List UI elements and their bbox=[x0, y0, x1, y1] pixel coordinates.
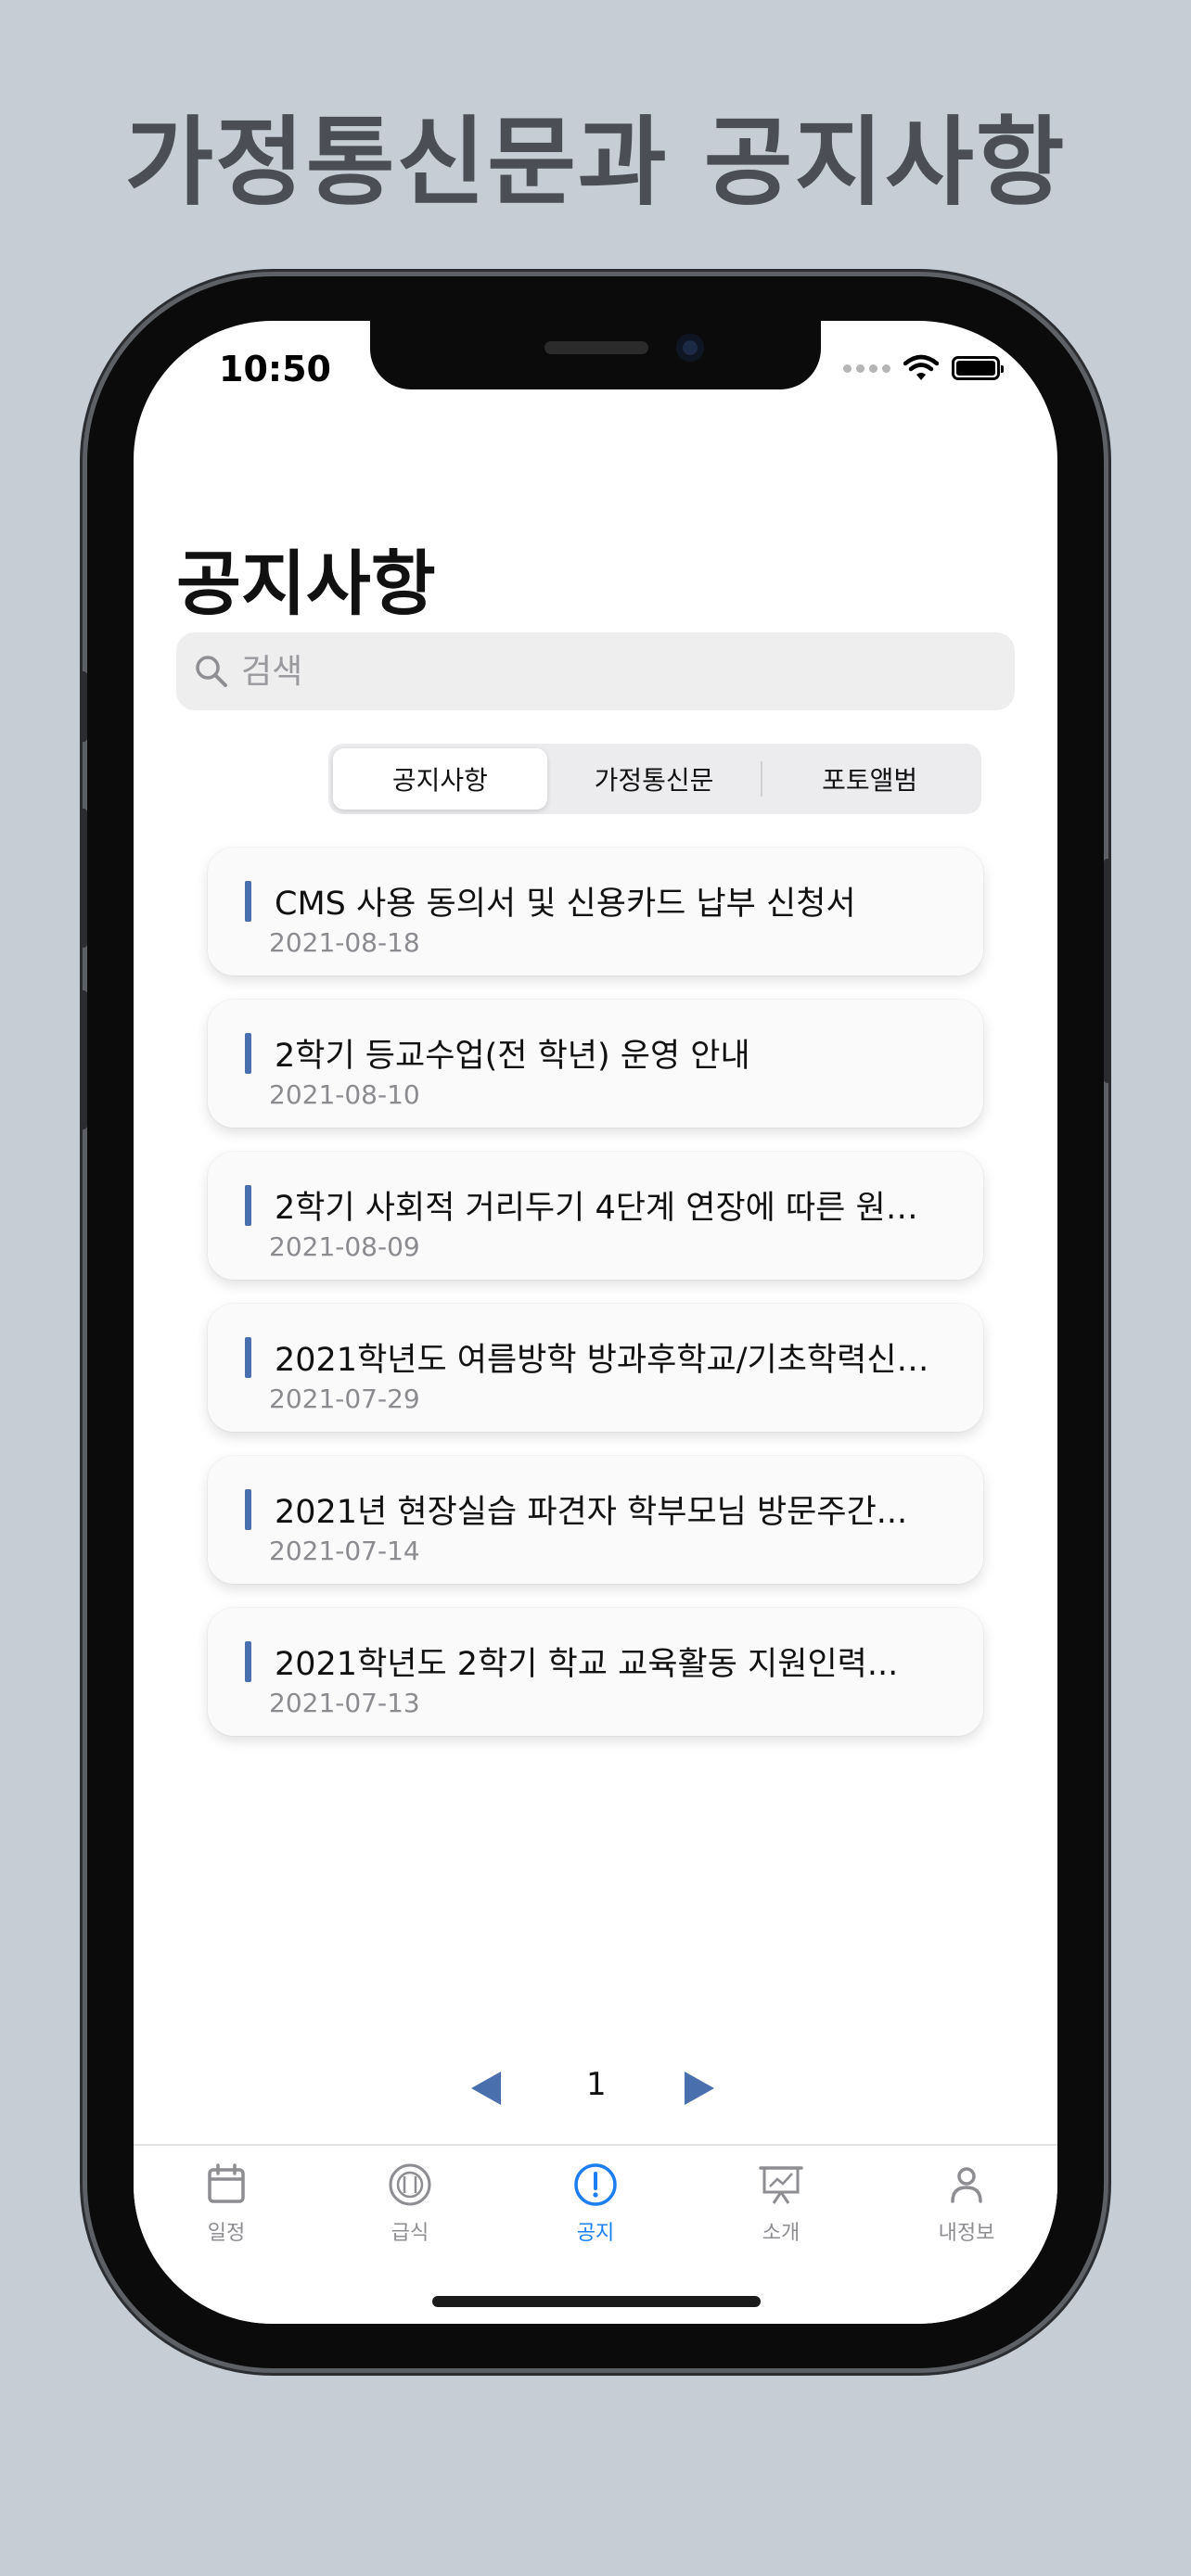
notice-item[interactable]: 2021학년도 여름방학 방과후학교/기초학력신… 2021-07-29 bbox=[208, 1304, 983, 1432]
phone-screen: 10:50 공지사항 공지사항 가정통신문 포토앨범 CMS 사용 동의서 및 … bbox=[134, 321, 1057, 2324]
current-page-number: 1 bbox=[586, 2066, 607, 2103]
signal-icon bbox=[843, 363, 890, 373]
previous-page-icon[interactable] bbox=[471, 2072, 501, 2105]
notice-accent-bar bbox=[245, 1641, 251, 1682]
notice-item[interactable]: 2021년 현장실습 파견자 학부모님 방문주간... 2021-07-14 bbox=[208, 1456, 983, 1584]
tab-label: 공지 bbox=[576, 2222, 615, 2245]
presentation-icon bbox=[759, 2166, 803, 2204]
tab-my-info[interactable]: 내정보 bbox=[902, 2161, 1031, 2246]
promo-title: 가정통신문과 공지사항 bbox=[124, 106, 1067, 219]
tab-schedule[interactable]: 일정 bbox=[161, 2161, 291, 2246]
front-camera bbox=[676, 334, 704, 362]
person-icon bbox=[951, 2167, 982, 2203]
notice-accent-bar bbox=[245, 1185, 251, 1226]
notice-date: 2021-08-10 bbox=[269, 1079, 420, 1110]
notice-accent-bar bbox=[245, 1033, 251, 1074]
tab-notice[interactable]: 공지 bbox=[531, 2161, 660, 2246]
tab-intro[interactable]: 소개 bbox=[716, 2161, 846, 2246]
volume-down-button bbox=[80, 990, 87, 1129]
notice-date: 2021-08-18 bbox=[269, 927, 420, 958]
search-icon bbox=[196, 656, 227, 687]
search-input[interactable] bbox=[239, 651, 1004, 692]
battery-icon bbox=[952, 356, 1004, 380]
notice-date: 2021-07-13 bbox=[269, 1688, 420, 1718]
notice-list: CMS 사용 동의서 및 신용카드 납부 신청서 2021-08-18 2학기 … bbox=[208, 848, 983, 1760]
volume-up-button bbox=[80, 809, 87, 948]
calendar-icon bbox=[208, 2163, 245, 2203]
status-time: 10:50 bbox=[219, 349, 331, 389]
pagination: 1 bbox=[134, 2057, 1057, 2122]
home-indicator bbox=[432, 2296, 761, 2307]
notice-date: 2021-07-29 bbox=[269, 1384, 420, 1414]
tab-label: 소개 bbox=[762, 2222, 800, 2245]
notice-title: 2학기 사회적 거리두기 4단계 연장에 따른 원… bbox=[275, 1190, 918, 1227]
tab-label: 일정 bbox=[207, 2222, 246, 2245]
notice-item[interactable]: CMS 사용 동의서 및 신용카드 납부 신청서 2021-08-18 bbox=[208, 848, 983, 976]
notice-date: 2021-07-14 bbox=[269, 1536, 420, 1566]
status-indicators bbox=[843, 354, 1004, 382]
search-bar[interactable] bbox=[176, 632, 1015, 710]
tab-label: 내정보 bbox=[938, 2222, 995, 2245]
tab-label: 급식 bbox=[391, 2222, 429, 2245]
notice-accent-bar bbox=[245, 1337, 251, 1378]
notice-item[interactable]: 2학기 사회적 거리두기 4단계 연장에 따른 원… 2021-08-09 bbox=[208, 1152, 983, 1280]
meal-icon bbox=[389, 2163, 431, 2206]
speaker bbox=[544, 341, 648, 354]
tab-meal[interactable]: 급식 bbox=[345, 2161, 475, 2246]
notice-item[interactable]: 2021학년도 2학기 학교 교육활동 지원인력... 2021-07-13 bbox=[208, 1608, 983, 1736]
notice-date: 2021-08-09 bbox=[269, 1231, 420, 1262]
notice-title: 2021년 현장실습 파견자 학부모님 방문주간... bbox=[275, 1494, 908, 1531]
notice-icon bbox=[574, 2163, 617, 2206]
notice-item[interactable]: 2학기 등교수업(전 학년) 운영 안내 2021-08-10 bbox=[208, 1000, 983, 1128]
segment-newsletters[interactable]: 가정통신문 bbox=[547, 748, 762, 810]
segment-photo-album[interactable]: 포토앨범 bbox=[762, 748, 977, 810]
wifi-icon bbox=[903, 354, 939, 380]
notice-accent-bar bbox=[245, 1489, 251, 1530]
segment-notices[interactable]: 공지사항 bbox=[333, 748, 547, 810]
notice-title: 2021학년도 2학기 학교 교육활동 지원인력... bbox=[275, 1646, 899, 1683]
page-title: 공지사항 bbox=[176, 542, 436, 625]
notice-accent-bar bbox=[245, 881, 251, 922]
silent-switch bbox=[80, 671, 87, 742]
notice-title: 2학기 등교수업(전 학년) 운영 안내 bbox=[275, 1038, 750, 1075]
notice-title: 2021학년도 여름방학 방과후학교/기초학력신… bbox=[275, 1342, 929, 1379]
notch bbox=[370, 321, 821, 389]
segmented-control: 공지사항 가정통신문 포토앨범 bbox=[328, 744, 981, 814]
notice-title: CMS 사용 동의서 및 신용카드 납부 신청서 bbox=[275, 886, 856, 923]
power-button bbox=[1104, 859, 1111, 1083]
next-page-icon[interactable] bbox=[685, 2072, 714, 2105]
